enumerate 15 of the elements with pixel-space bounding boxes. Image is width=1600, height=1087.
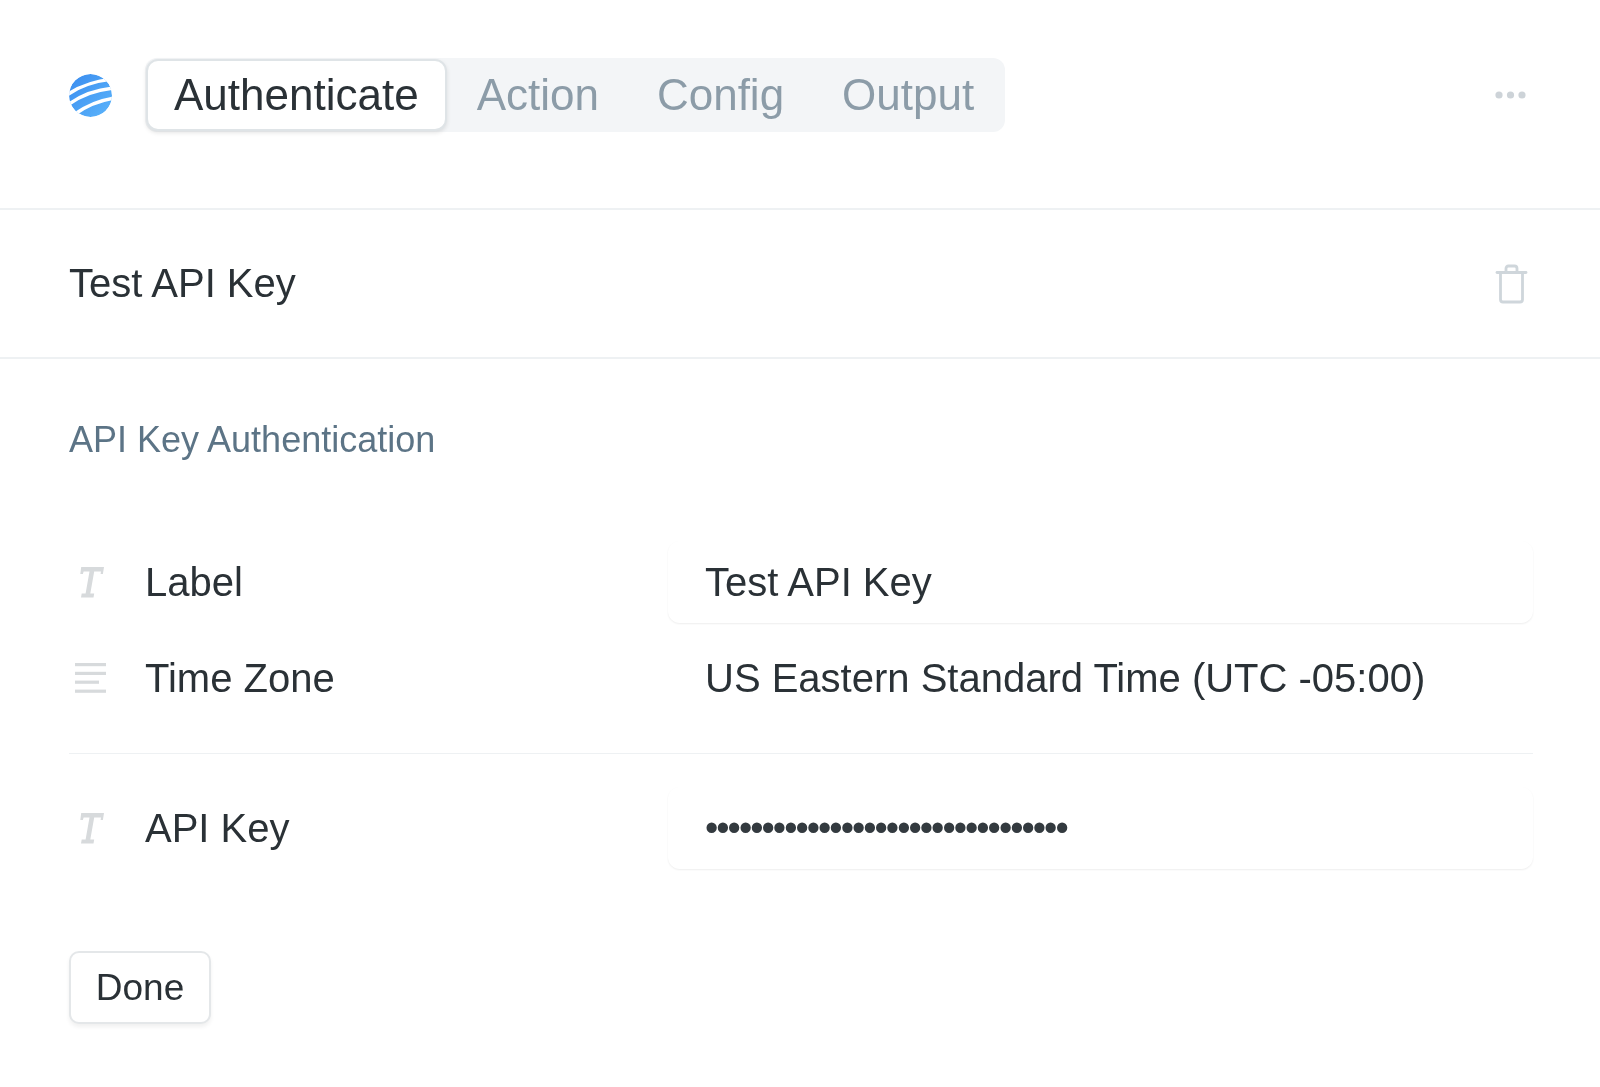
record-title: Test API Key (69, 261, 296, 306)
field-label: API Key (145, 805, 290, 851)
tab[interactable]: Authenticate (146, 59, 447, 131)
logo-icon (69, 73, 112, 117)
lines-icon (75, 663, 106, 693)
done-button[interactable]: Done (69, 951, 211, 1024)
input-field[interactable]: Test API Key (668, 541, 1533, 623)
password-field[interactable]: •••••••••••••••••••••••••••••••• (668, 787, 1533, 869)
letter-t-icon (78, 566, 104, 598)
letter-t-icon (78, 812, 104, 844)
field-label: Time Zone (145, 655, 335, 701)
trash-icon[interactable] (1495, 263, 1528, 304)
section-title: API Key Authentication (69, 418, 436, 462)
more-icon[interactable] (1495, 91, 1526, 99)
field-label: Label (145, 559, 243, 605)
